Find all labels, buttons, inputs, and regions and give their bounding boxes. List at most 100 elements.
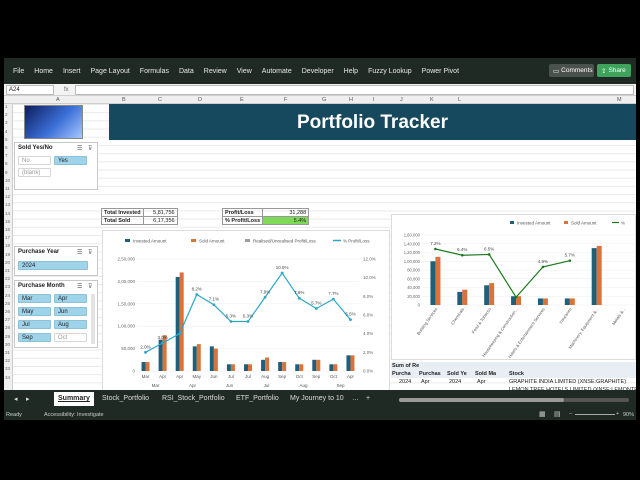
column-header[interactable]: L <box>458 96 461 104</box>
zoom-slider[interactable] <box>575 414 615 415</box>
formula-input[interactable] <box>74 84 634 95</box>
row-header[interactable]: 26 <box>5 309 10 314</box>
comments-button[interactable]: ▭ Comments <box>549 64 594 77</box>
row-header[interactable]: 14 <box>5 211 10 216</box>
slicer-item[interactable]: Yes <box>54 156 87 165</box>
slicer-item[interactable]: Aug <box>54 320 87 329</box>
horizontal-scrollbar[interactable] <box>399 398 629 402</box>
slicer-item[interactable]: 2024 <box>18 261 88 270</box>
menu-view[interactable]: View <box>237 68 252 75</box>
chart-sector[interactable]: Invested Amount Sold Amount% 0 20,000 40,000… <box>391 214 636 360</box>
row-header[interactable]: 9 <box>5 170 8 175</box>
normal-view-icon[interactable]: ▦ <box>539 410 546 418</box>
row-header[interactable]: 20 <box>5 260 10 265</box>
page-layout-icon[interactable]: ▤ <box>554 410 561 418</box>
menu-insert[interactable]: Insert <box>63 68 81 75</box>
name-box[interactable]: A24 <box>6 84 54 95</box>
pivot-header[interactable]: Purchas <box>419 370 441 378</box>
tab-summary[interactable]: Summary <box>54 392 94 406</box>
column-header[interactable]: K <box>430 96 434 104</box>
tab-nav-prev[interactable]: ◂ <box>14 395 18 403</box>
slicer-item[interactable]: (blank) <box>18 168 51 177</box>
slicer-item[interactable]: Mar <box>18 294 51 303</box>
row-header[interactable]: 29 <box>5 334 10 339</box>
row-header[interactable]: 24 <box>5 293 10 298</box>
column-header[interactable]: M <box>617 96 622 104</box>
clear-filter-icon[interactable]: ⊽ <box>88 145 92 152</box>
multi-select-icon[interactable]: ☰ <box>77 283 82 290</box>
column-header[interactable]: F <box>284 96 287 104</box>
column-header[interactable]: D <box>198 96 202 104</box>
clear-filter-icon[interactable]: ⊽ <box>88 249 92 256</box>
pivot-header[interactable]: Sold Ye <box>447 370 467 378</box>
scrollbar-thumb[interactable] <box>399 398 564 402</box>
row-header[interactable]: 13 <box>5 202 10 207</box>
column-header[interactable]: E <box>240 96 244 104</box>
column-header[interactable]: J <box>400 96 403 104</box>
menu-file[interactable]: File <box>13 68 24 75</box>
accessibility-status[interactable]: Accessibility: Investigate <box>44 412 104 418</box>
menu-power-pivot[interactable]: Power Pivot <box>422 68 459 75</box>
row-header[interactable]: 8 <box>5 161 8 166</box>
menu-home[interactable]: Home <box>34 68 53 75</box>
row-header[interactable]: 22 <box>5 276 10 281</box>
zoom-level[interactable]: 90% <box>623 412 634 418</box>
row-header[interactable]: 19 <box>5 252 10 257</box>
slicer-item[interactable]: Apr <box>54 294 87 303</box>
row-header[interactable]: 18 <box>5 243 10 248</box>
row-header[interactable]: 28 <box>5 325 10 330</box>
menu-data[interactable]: Data <box>179 68 194 75</box>
pivot-header[interactable]: Stock <box>509 370 524 378</box>
row-header[interactable]: 33 <box>5 366 10 371</box>
pivot-header[interactable]: Sold Ma <box>475 370 496 378</box>
menu-automate[interactable]: Automate <box>262 68 292 75</box>
row-header[interactable]: 12 <box>5 194 10 199</box>
row-header[interactable]: 25 <box>5 301 10 306</box>
slicer-item[interactable]: Jul <box>18 320 51 329</box>
multi-select-icon[interactable]: ☰ <box>77 145 82 152</box>
row-header[interactable]: 34 <box>5 375 10 380</box>
row-header[interactable]: 23 <box>5 284 10 289</box>
menu-developer[interactable]: Developer <box>302 68 334 75</box>
zoom-in-icon[interactable]: + <box>616 411 619 417</box>
row-header[interactable]: 6 <box>5 145 8 150</box>
worksheet[interactable]: Portfolio Tracker Sold Yes/No ☰ ⊽ No Yes… <box>13 104 636 420</box>
row-header[interactable]: 16 <box>5 227 10 232</box>
pivot-row[interactable]: 2024 Apr 2024 Apr GRAPHITE INDIA LIMITED (XN… <box>391 378 636 386</box>
column-header[interactable]: H <box>349 96 353 104</box>
menu-fuzzy-lookup[interactable]: Fuzzy Lookup <box>368 68 412 75</box>
row-header[interactable]: 10 <box>5 178 10 183</box>
row-header[interactable]: 15 <box>5 219 10 224</box>
row-header[interactable]: 7 <box>5 153 8 158</box>
tab-rsi-stock-portfolio[interactable]: RSI_Stock_Portfolio <box>162 395 225 402</box>
tab-overflow-icon[interactable]: … <box>352 395 359 402</box>
slicer-item[interactable]: No <box>18 156 51 165</box>
slicer-item[interactable]: Sep <box>18 333 51 342</box>
chart-monthly[interactable]: Invested Amount Sold Amount Realised/Unrea… <box>102 230 390 392</box>
zoom-out-icon[interactable]: − <box>569 411 572 417</box>
row-header[interactable]: 27 <box>5 317 10 322</box>
slicer-item[interactable]: Jun <box>54 307 87 316</box>
clear-filter-icon[interactable]: ⊽ <box>88 283 92 290</box>
row-header[interactable]: 11 <box>5 186 10 191</box>
menu-review[interactable]: Review <box>204 68 227 75</box>
fx-icon[interactable]: fx <box>64 87 69 93</box>
menu-help[interactable]: Help <box>344 68 358 75</box>
row-header[interactable]: 5 <box>5 137 8 142</box>
slicer-scrollbar[interactable] <box>91 294 95 344</box>
slicer-item[interactable]: May <box>18 307 51 316</box>
row-header[interactable]: 21 <box>5 268 10 273</box>
column-header[interactable]: I <box>373 96 375 104</box>
tab-stock-portfolio[interactable]: Stock_Portfolio <box>102 395 149 402</box>
row-header[interactable]: 1 <box>5 104 8 109</box>
row-header[interactable]: 32 <box>5 358 10 363</box>
multi-select-icon[interactable]: ☰ <box>77 249 82 256</box>
row-header[interactable]: 2 <box>5 112 8 117</box>
tab-nav-next[interactable]: ▸ <box>26 395 30 403</box>
row-header[interactable]: 17 <box>5 235 10 240</box>
menu-formulas[interactable]: Formulas <box>140 68 169 75</box>
row-header[interactable]: 31 <box>5 350 10 355</box>
tab-my-journey[interactable]: My Journey to 10 <box>290 395 344 402</box>
share-button[interactable]: ⇪ Share <box>597 64 631 77</box>
column-header[interactable]: C <box>158 96 162 104</box>
